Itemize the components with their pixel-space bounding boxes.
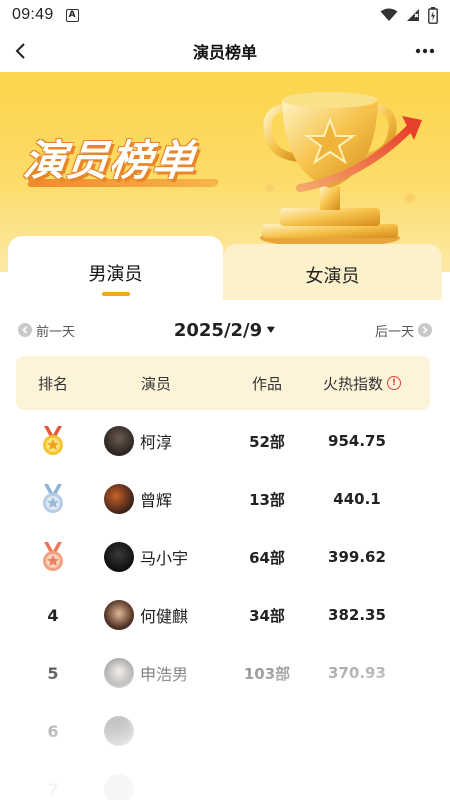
heat-index: 399.62 — [328, 548, 386, 566]
rank-cell — [28, 412, 78, 470]
info-icon[interactable]: ! — [387, 376, 401, 390]
avatar — [104, 542, 134, 572]
caret-down-icon — [267, 326, 276, 333]
date-navigation: 前一天 2025/2/9 后一天 — [18, 318, 432, 342]
heat-index: 382.35 — [328, 606, 386, 624]
navigation-bar: 演员榜单 — [0, 30, 450, 72]
more-button[interactable] — [410, 36, 440, 66]
avatar — [104, 600, 134, 630]
active-tab-indicator — [101, 292, 130, 296]
chevron-left-icon — [18, 323, 32, 337]
header-actor: 演员 — [140, 374, 171, 393]
battery-icon — [428, 6, 438, 24]
trophy-icon — [260, 92, 422, 247]
works-count: 52部 — [249, 432, 285, 451]
header-heat-label: 火热指数 — [322, 374, 383, 393]
table-row[interactable]: 5 申浩男 103部 370.93 — [16, 644, 430, 702]
silver-medal-icon — [43, 484, 63, 513]
avatar — [104, 484, 134, 514]
avatar — [104, 716, 134, 746]
rank-cell: 7 — [47, 779, 59, 799]
wifi-icon — [380, 8, 398, 21]
previous-day-button[interactable]: 前一天 — [18, 321, 75, 340]
actor-name: 何健麒 — [140, 607, 189, 626]
back-arrow-icon — [15, 43, 25, 59]
works-count — [242, 702, 292, 760]
status-time: 09:49 — [12, 6, 54, 23]
actor-name: 申浩男 — [140, 665, 189, 684]
table-row[interactable]: 柯淳 52部 954.75 — [16, 412, 430, 470]
works-count: 34部 — [249, 606, 285, 625]
heat-index: 440.1 — [333, 490, 381, 508]
next-day-label: 后一天 — [374, 324, 414, 340]
table-row[interactable]: 曾辉 13部 440.1 — [16, 470, 430, 528]
rank-cell — [28, 528, 78, 586]
header-rank: 排名 — [37, 374, 68, 393]
table-row[interactable]: 4 何健麒 34部 382.35 — [16, 586, 430, 644]
heat-index: 954.75 — [328, 432, 386, 450]
date-selector[interactable]: 2025/2/9 — [174, 320, 276, 341]
rank-cell: 4 — [47, 605, 59, 625]
avatar — [104, 658, 134, 688]
gold-medal-icon — [43, 426, 63, 455]
header-heat: 火热指数 ! — [312, 356, 412, 410]
table-row[interactable]: 6 — [16, 702, 430, 760]
rank-cell — [28, 470, 78, 528]
actor-name: 柯淳 — [140, 433, 173, 452]
table-row[interactable]: 7 — [16, 760, 430, 800]
next-day-button[interactable]: 后一天 — [375, 321, 432, 340]
page-title: 演员榜单 — [192, 43, 257, 62]
signal-icon — [407, 9, 419, 21]
works-count: 103部 — [243, 664, 291, 683]
previous-day-label: 前一天 — [36, 324, 76, 340]
rank-cell: 6 — [47, 721, 59, 741]
tab-female-label: 女演员 — [305, 266, 360, 287]
bronze-medal-icon — [43, 542, 63, 571]
ranking-content: 前一天 2025/2/9 后一天 排名 演员 作品 火热指数 ! 柯淳 52部 … — [8, 300, 442, 800]
header-works: 作品 — [251, 374, 282, 393]
works-count: 64部 — [249, 548, 285, 567]
heat-index — [312, 702, 402, 760]
avatar — [104, 774, 134, 800]
heat-index — [312, 760, 402, 800]
rank-cell: 5 — [47, 663, 59, 683]
tab-male-actors[interactable]: 男演员 — [8, 236, 223, 306]
works-count — [242, 760, 292, 800]
table-row[interactable]: 马小宇 64部 399.62 — [16, 528, 430, 586]
status-bar: 09:49 A — [0, 0, 450, 30]
ranking-list: 柯淳 52部 954.75 曾辉 13部 440.1 马小宇 64部 399.6… — [16, 412, 430, 800]
back-button[interactable] — [6, 36, 36, 66]
avatar — [104, 426, 134, 456]
works-count: 13部 — [249, 490, 285, 509]
status-icons — [380, 6, 438, 24]
actor-name: 马小宇 — [140, 549, 189, 568]
table-header: 排名 演员 作品 火热指数 ! — [16, 356, 430, 410]
tab-female-actors[interactable]: 女演员 — [223, 244, 442, 306]
current-date: 2025/2/9 — [173, 319, 263, 341]
gender-tabs: 男演员 女演员 — [0, 236, 450, 306]
more-icon — [415, 48, 435, 54]
tab-male-label: 男演员 — [88, 264, 143, 285]
actor-name: 曾辉 — [140, 491, 173, 510]
heat-index: 370.93 — [328, 664, 386, 682]
banner-title: 演员榜单 — [21, 136, 199, 185]
chevron-right-icon — [418, 323, 432, 337]
a-badge-icon: A — [65, 8, 79, 22]
